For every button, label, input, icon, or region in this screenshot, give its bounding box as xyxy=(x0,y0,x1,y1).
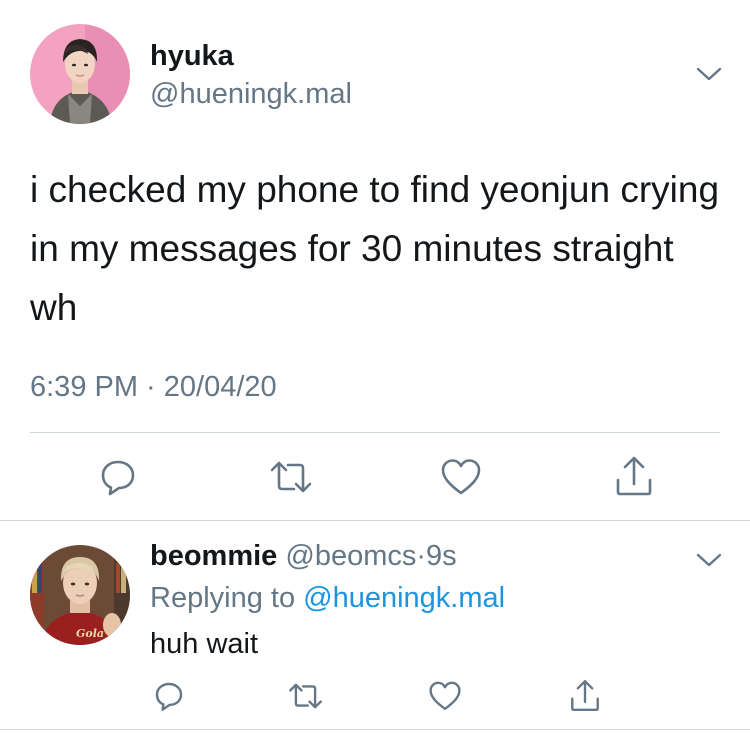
like-button[interactable] xyxy=(428,680,462,712)
avatar[interactable]: Gola xyxy=(30,545,130,645)
divider xyxy=(30,432,720,433)
author-display-name[interactable]: hyuka xyxy=(150,40,234,73)
retweet-button[interactable] xyxy=(268,457,314,497)
chevron-down-icon xyxy=(696,553,722,567)
like-icon xyxy=(441,459,481,495)
tweet-text: i checked my phone to find yeonjun cryin… xyxy=(30,169,720,328)
like-icon xyxy=(429,681,461,710)
avatar-photo xyxy=(30,24,130,124)
replying-to-mention-link[interactable]: @hueningk.mal xyxy=(303,582,505,614)
share-button[interactable] xyxy=(614,454,654,498)
tweet-timestamp[interactable]: 6:39 PM · 20/04/20 xyxy=(30,371,277,404)
tweet-detail-view: hyuka @hueningk.mal i checked my phone t… xyxy=(0,0,750,733)
share-button[interactable] xyxy=(569,678,601,713)
separator-dot: · xyxy=(416,540,427,572)
reply-action-bar xyxy=(0,676,750,716)
tweet-menu-button[interactable] xyxy=(694,64,724,84)
avatar-badge-text: Gola xyxy=(76,627,104,640)
like-button[interactable] xyxy=(440,457,482,497)
reply-icon xyxy=(101,460,135,496)
divider xyxy=(0,729,750,730)
share-icon xyxy=(571,679,599,712)
reply-text: huh wait xyxy=(150,628,259,660)
reply-author-handle[interactable]: @beomcs xyxy=(285,540,416,572)
share-icon xyxy=(616,456,652,496)
retweet-button[interactable] xyxy=(287,680,324,712)
author-handle[interactable]: @hueningk.mal xyxy=(150,78,352,111)
reply-author-display-name[interactable]: beommie xyxy=(150,540,277,572)
avatar[interactable] xyxy=(30,24,130,124)
reply-button[interactable] xyxy=(153,680,185,712)
avatar-photo: Gola xyxy=(30,545,130,645)
chevron-down-icon xyxy=(696,67,722,81)
reply-button[interactable] xyxy=(98,457,138,497)
retweet-icon xyxy=(289,683,322,709)
reply-icon xyxy=(155,682,183,711)
tweet-action-bar xyxy=(0,450,750,500)
reply-timestamp[interactable]: 9s xyxy=(426,540,457,572)
replying-to-label: Replying to xyxy=(150,582,296,614)
reply-header: beommie @beomcs·9s xyxy=(150,540,457,573)
retweet-icon xyxy=(270,461,312,493)
reply-menu-button[interactable] xyxy=(694,550,724,570)
divider xyxy=(0,520,750,521)
replying-to-line: Replying to @hueningk.mal xyxy=(150,582,505,615)
